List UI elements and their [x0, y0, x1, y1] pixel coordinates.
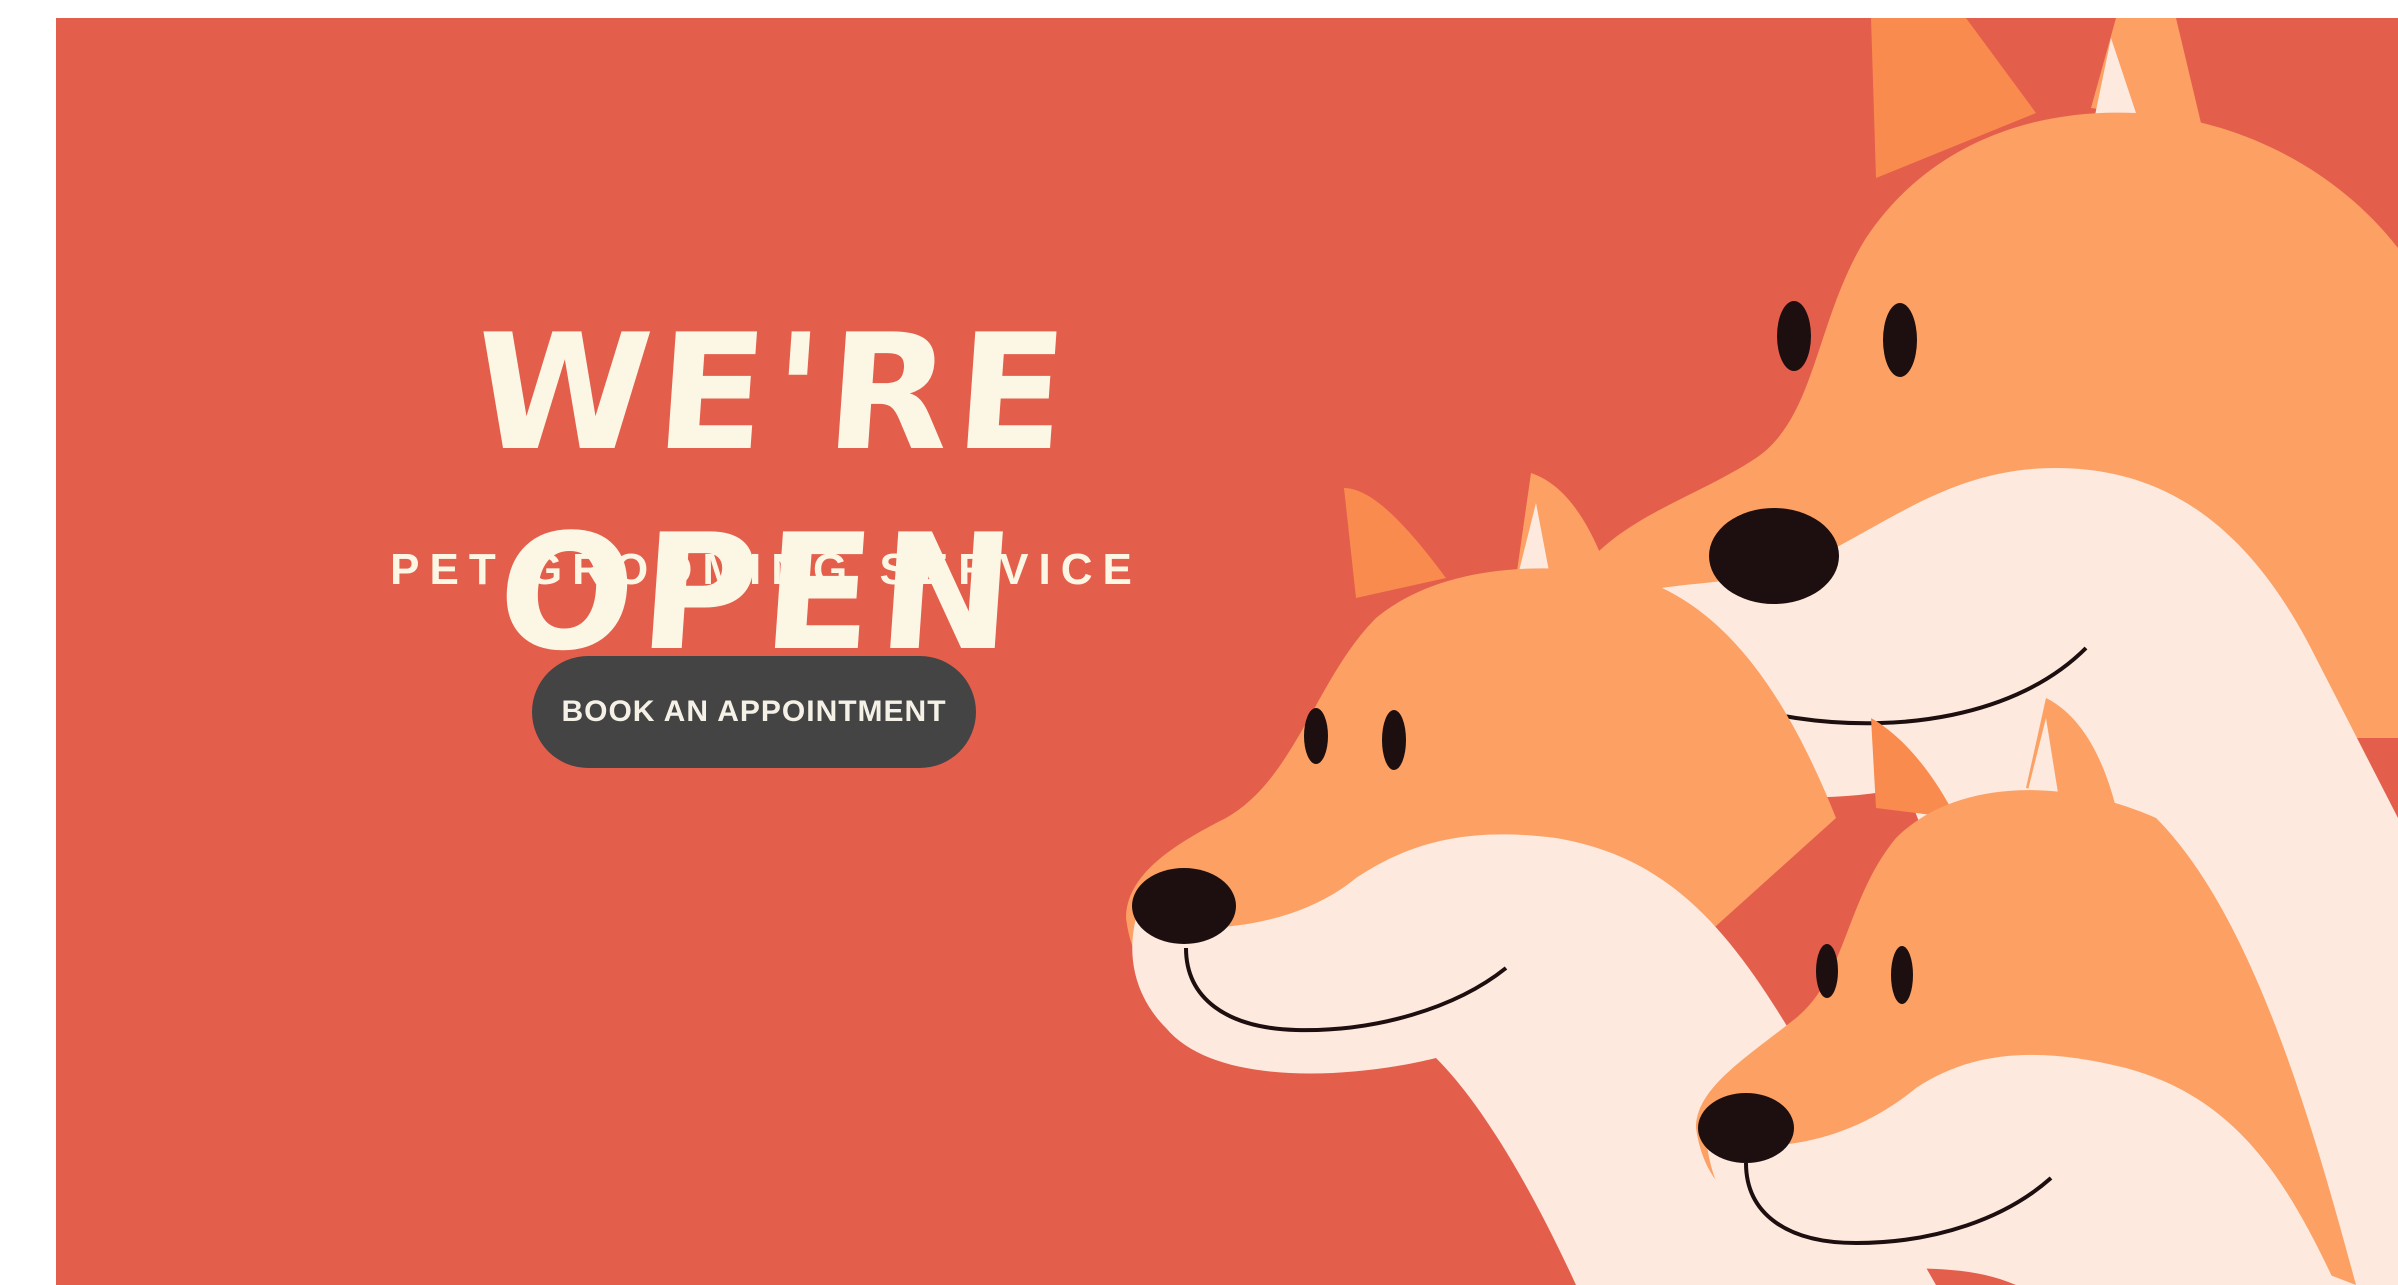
dog-small-nose: [1698, 1093, 1794, 1163]
dog-medium-nose: [1132, 868, 1236, 944]
dog-small-eye-left: [1816, 944, 1838, 998]
dog-large-nose: [1709, 508, 1839, 604]
subtitle: PET GROOMING SERVICE: [390, 545, 1142, 594]
dog-large-eye-left: [1777, 301, 1811, 371]
book-appointment-button[interactable]: BOOK AN APPOINTMENT: [532, 656, 976, 768]
dog-medium-eye-right: [1382, 710, 1406, 770]
headline: WE'RE OPEN: [467, 299, 1079, 686]
dog-large-eye-right: [1883, 303, 1917, 377]
hero-banner: WE'RE OPEN PET GROOMING SERVICE BOOK AN …: [56, 18, 2398, 1285]
dog-medium-eye-left: [1304, 708, 1328, 764]
dog-small-eye-right: [1891, 946, 1913, 1004]
